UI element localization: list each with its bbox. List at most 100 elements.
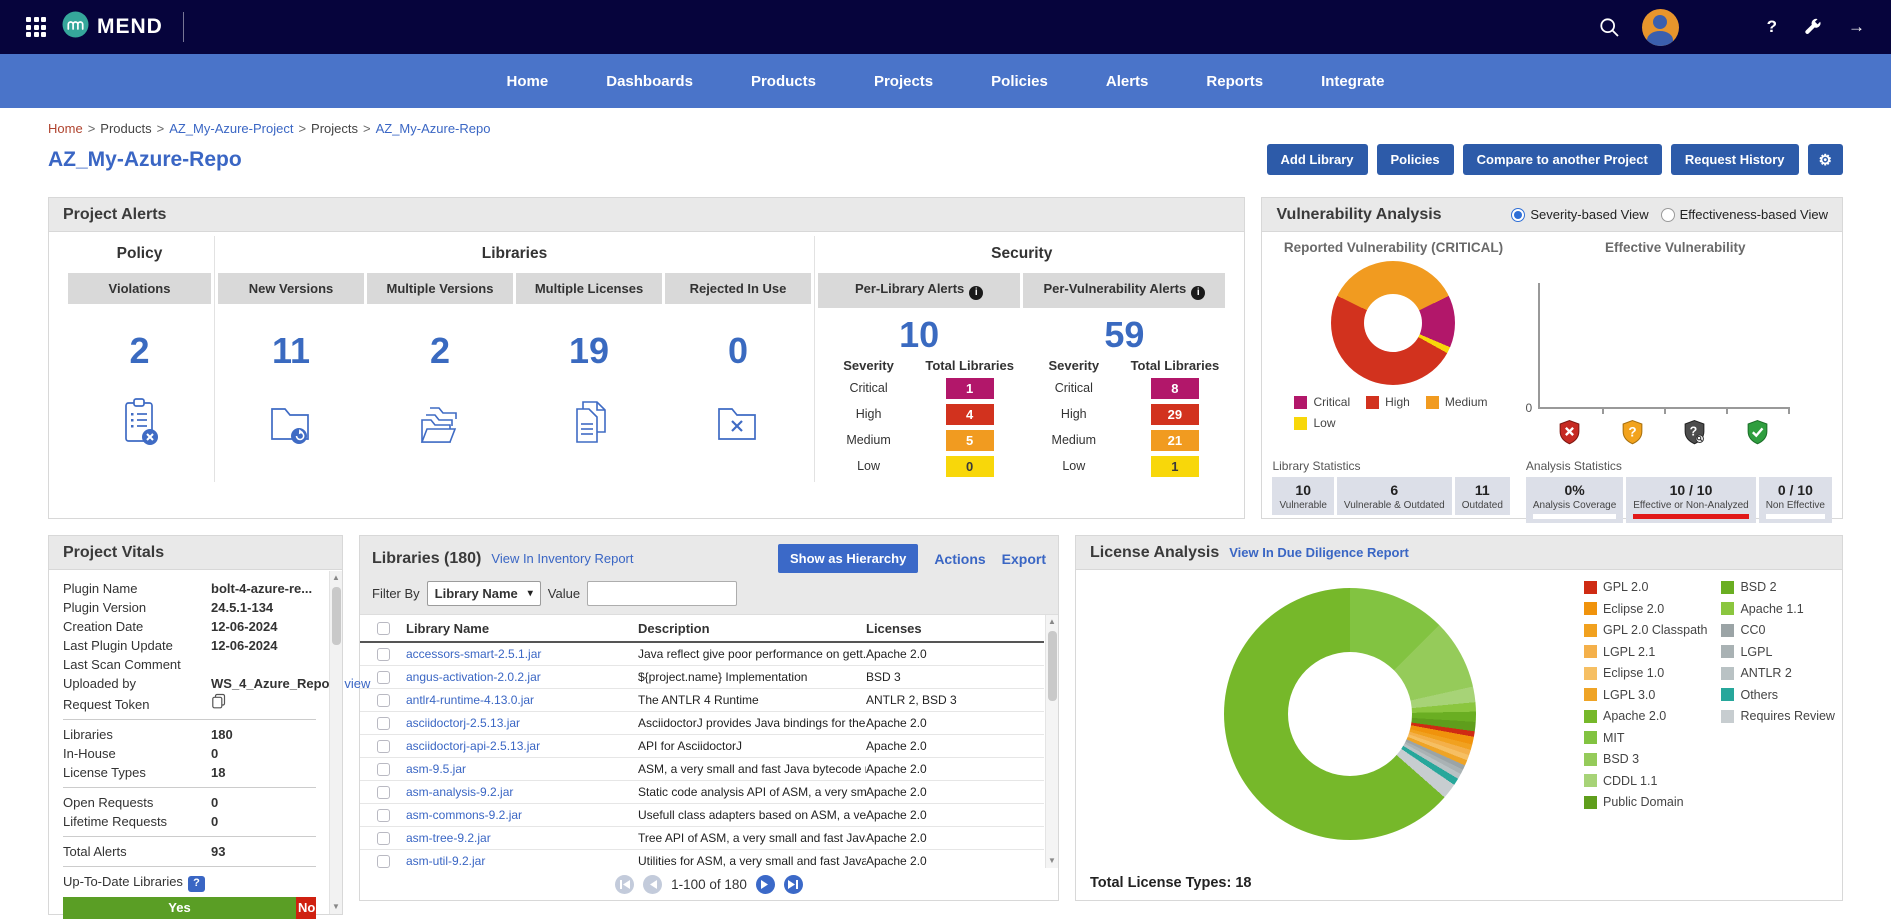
severity-view-radio[interactable]: Severity-based View: [1511, 207, 1648, 222]
breadcrumb-home-link[interactable]: Home: [48, 121, 83, 136]
severity-count-badge[interactable]: 5: [946, 430, 994, 451]
severity-count-badge[interactable]: 1: [1151, 456, 1199, 477]
legend-item[interactable]: Requires Review: [1721, 709, 1834, 723]
col-header-library-name[interactable]: Library Name: [406, 621, 638, 636]
legend-item[interactable]: LGPL: [1721, 645, 1834, 659]
shield-not-analyzed-icon[interactable]: ?: [1681, 419, 1708, 451]
row-checkbox[interactable]: [377, 855, 390, 868]
logout-icon[interactable]: →: [1848, 17, 1865, 37]
legend-item[interactable]: CDDL 1.1: [1584, 774, 1707, 788]
library-name-link[interactable]: asciidoctorj-2.5.13.jar: [406, 716, 520, 730]
shield-unknown-icon[interactable]: ?: [1619, 419, 1646, 451]
breadcrumb-project-link[interactable]: AZ_My-Azure-Project: [169, 121, 293, 136]
analysis-stat-box[interactable]: 0 / 10 Non Effective: [1759, 477, 1832, 523]
library-name-link[interactable]: asm-analysis-9.2.jar: [406, 785, 513, 799]
library-name-link[interactable]: asm-commons-9.2.jar: [406, 808, 522, 822]
col-header-description[interactable]: Description: [638, 621, 866, 636]
severity-count-badge[interactable]: 29: [1151, 404, 1199, 425]
legend-item[interactable]: LGPL 3.0: [1584, 688, 1707, 702]
user-avatar[interactable]: [1642, 9, 1679, 46]
actions-link[interactable]: Actions: [934, 551, 985, 567]
severity-count-badge[interactable]: 1: [946, 378, 994, 399]
col-header-licenses[interactable]: Licenses: [866, 621, 1044, 636]
legend-item[interactable]: BSD 2: [1721, 580, 1834, 594]
row-checkbox[interactable]: [377, 786, 390, 799]
new-versions-card[interactable]: New Versions 11: [218, 273, 364, 450]
help-icon[interactable]: ?: [1767, 17, 1777, 37]
legend-item[interactable]: BSD 3: [1584, 752, 1707, 766]
reported-vulnerability-donut[interactable]: [1331, 261, 1455, 385]
library-name-link[interactable]: antlr4-runtime-4.13.0.jar: [406, 693, 534, 707]
scroll-down-icon[interactable]: ▼: [332, 900, 340, 914]
vitals-scrollbar[interactable]: ▲ ▼: [329, 571, 342, 914]
library-name-link[interactable]: angus-activation-2.0.2.jar: [406, 670, 541, 684]
severity-count-badge[interactable]: 8: [1151, 378, 1199, 399]
scroll-up-icon[interactable]: ▲: [1048, 615, 1056, 629]
policies-button[interactable]: Policies: [1377, 144, 1454, 175]
library-name-link[interactable]: asm-9.5.jar: [406, 762, 466, 776]
nav-item[interactable]: Integrate: [1321, 73, 1384, 90]
row-checkbox[interactable]: [377, 832, 390, 845]
row-checkbox[interactable]: [377, 763, 390, 776]
wrench-icon[interactable]: [1803, 18, 1822, 37]
legend-item[interactable]: Apache 2.0: [1584, 709, 1707, 723]
compare-project-button[interactable]: Compare to another Project: [1463, 144, 1662, 175]
per-vulnerability-alerts-card[interactable]: Per-Vulnerability Alertsi 59 Severity To…: [1023, 273, 1225, 482]
library-name-link[interactable]: asm-util-9.2.jar: [406, 854, 485, 868]
legend-item[interactable]: GPL 2.0: [1584, 580, 1707, 594]
multiple-licenses-card[interactable]: Multiple Licenses 19: [516, 273, 662, 450]
analysis-stat-box[interactable]: 0% Analysis Coverage: [1526, 477, 1623, 523]
copy-icon[interactable]: [211, 693, 227, 709]
show-as-hierarchy-button[interactable]: Show as Hierarchy: [778, 544, 918, 573]
nav-item[interactable]: Products: [751, 73, 816, 90]
legend-item[interactable]: Eclipse 1.0: [1584, 666, 1707, 680]
next-page-button[interactable]: [756, 875, 775, 894]
nav-item[interactable]: Dashboards: [606, 73, 693, 90]
scrollbar-thumb[interactable]: [1048, 631, 1057, 701]
legend-item[interactable]: Eclipse 2.0: [1584, 602, 1707, 616]
severity-count-badge[interactable]: 4: [946, 404, 994, 425]
library-stat-box[interactable]: 11 Outdated: [1455, 477, 1510, 515]
scroll-up-icon[interactable]: ▲: [332, 571, 340, 585]
nav-item[interactable]: Projects: [874, 73, 933, 90]
select-all-checkbox[interactable]: [377, 622, 390, 635]
license-donut-chart[interactable]: [1224, 588, 1476, 840]
legend-item[interactable]: CC0: [1721, 623, 1834, 637]
violations-card[interactable]: Violations 2: [68, 273, 211, 450]
previous-page-button[interactable]: [643, 875, 662, 894]
filter-field-select[interactable]: Library Name ▾: [427, 581, 541, 606]
legend-item[interactable]: Apache 1.1: [1721, 602, 1834, 616]
table-scrollbar[interactable]: ▲ ▼: [1045, 615, 1058, 868]
mend-logo[interactable]: MEND: [62, 11, 163, 43]
settings-gear-button[interactable]: ⚙: [1808, 144, 1843, 175]
legend-item[interactable]: ANTLR 2: [1721, 666, 1834, 680]
analysis-stat-box[interactable]: 10 / 10 Effective or Non-Analyzed: [1626, 477, 1755, 523]
legend-item[interactable]: GPL 2.0 Classpath: [1584, 623, 1707, 637]
first-page-button[interactable]: [615, 875, 634, 894]
info-icon[interactable]: i: [969, 286, 983, 300]
library-name-link[interactable]: asciidoctorj-api-2.5.13.jar: [406, 739, 540, 753]
row-checkbox[interactable]: [377, 671, 390, 684]
row-checkbox[interactable]: [377, 694, 390, 707]
multiple-versions-card[interactable]: Multiple Versions 2: [367, 273, 513, 450]
search-icon[interactable]: [1599, 17, 1620, 38]
library-stat-box[interactable]: 10 Vulnerable: [1272, 477, 1333, 515]
scrollbar-thumb[interactable]: [332, 587, 341, 645]
filter-value-input[interactable]: [587, 581, 737, 606]
shield-vulnerable-icon[interactable]: [1556, 419, 1583, 451]
add-library-button[interactable]: Add Library: [1267, 144, 1368, 175]
legend-item[interactable]: MIT: [1584, 731, 1707, 745]
severity-count-badge[interactable]: 21: [1151, 430, 1199, 451]
row-checkbox[interactable]: [377, 809, 390, 822]
legend-item[interactable]: LGPL 2.1: [1584, 645, 1707, 659]
request-history-button[interactable]: Request History: [1671, 144, 1799, 175]
legend-item[interactable]: Others: [1721, 688, 1834, 702]
effectiveness-view-radio[interactable]: Effectiveness-based View: [1661, 207, 1828, 222]
per-library-alerts-card[interactable]: Per-Library Alertsi 10 Severity Total Li…: [818, 273, 1020, 482]
row-checkbox[interactable]: [377, 717, 390, 730]
nav-item[interactable]: Alerts: [1106, 73, 1149, 90]
nav-item[interactable]: Reports: [1206, 73, 1263, 90]
legend-item[interactable]: Public Domain: [1584, 795, 1707, 809]
rejected-in-use-card[interactable]: Rejected In Use 0: [665, 273, 811, 450]
info-icon[interactable]: i: [1191, 286, 1205, 300]
